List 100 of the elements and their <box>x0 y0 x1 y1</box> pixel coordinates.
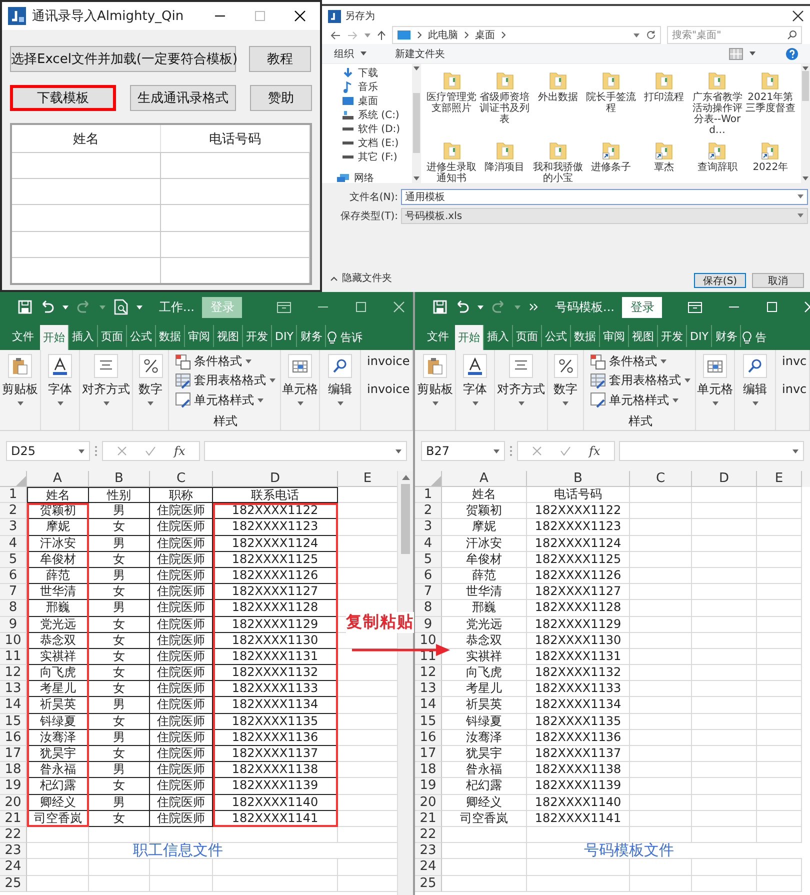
nav-item[interactable]: 文档 (E:) <box>358 136 399 150</box>
file-name[interactable]: 进修生录取通知书 <box>426 162 477 183</box>
dropdown-caret-icon[interactable] <box>712 401 718 406</box>
ribbon-tab[interactable]: 文件 <box>6 325 40 347</box>
name-box[interactable]: D25 <box>6 441 90 461</box>
nav-item[interactable]: 其它 (F:) <box>358 150 398 164</box>
row-header[interactable]: 15 <box>415 714 442 730</box>
dropdown-caret-icon[interactable] <box>245 359 252 364</box>
ribbon-button[interactable]: 单元格样式 <box>194 392 254 409</box>
row-header[interactable]: 19 <box>0 778 27 795</box>
scroll-up-icon[interactable] <box>402 475 410 480</box>
ribbon-button[interactable]: 条件格式 <box>609 353 657 370</box>
table-format-icon[interactable] <box>175 372 191 389</box>
ribbon-tab[interactable]: 插入 <box>484 325 513 347</box>
ribbon-button[interactable]: 单元格 <box>697 381 733 398</box>
column-header[interactable]: C <box>630 471 692 487</box>
cell-style-icon[interactable] <box>175 392 191 408</box>
vertical-scrollbar[interactable] <box>397 471 413 895</box>
dropdown-caret-icon[interactable] <box>518 401 524 406</box>
row-header[interactable]: 12 <box>415 665 442 682</box>
row-header[interactable]: 18 <box>0 762 27 778</box>
file-name[interactable]: 广东省教学活动操作评分表--Word… <box>692 92 742 136</box>
dropdown-caret-icon[interactable] <box>684 378 691 384</box>
folder-icon[interactable] <box>496 140 514 160</box>
row-header[interactable]: 3 <box>0 519 27 536</box>
dropdown-caret-icon[interactable] <box>16 401 24 406</box>
file-type-dropdown[interactable]: 号码模板.xls <box>401 208 808 224</box>
cells-icon[interactable] <box>707 358 723 374</box>
ribbon-button[interactable]: 数字 <box>554 381 578 398</box>
column-header[interactable]: A <box>442 471 527 487</box>
tell-me-box[interactable]: 告 <box>755 330 766 345</box>
row-header[interactable]: 5 <box>0 552 27 568</box>
row-header[interactable]: 1 <box>0 487 27 504</box>
font-color-icon[interactable] <box>52 357 68 375</box>
row-header[interactable]: 25 <box>0 876 27 892</box>
insert-function-button[interactable]: fx <box>589 444 600 458</box>
cells-icon[interactable] <box>292 358 308 374</box>
dropdown-caret-icon[interactable] <box>633 32 640 38</box>
ribbon-button[interactable]: 单元格 <box>282 381 318 398</box>
column-header[interactable]: C <box>150 471 213 487</box>
folder-icon[interactable] <box>496 70 514 90</box>
ribbon-button[interactable]: 编辑 <box>328 381 352 398</box>
row-header[interactable]: 21 <box>415 810 442 827</box>
path-segment[interactable]: 此电脑 <box>428 28 458 42</box>
row-header[interactable]: 13 <box>0 681 27 698</box>
ribbon-tab[interactable]: DIY <box>687 325 712 347</box>
file-name[interactable]: 覃杰 <box>654 162 674 173</box>
search-icon[interactable] <box>332 358 348 374</box>
ribbon-tab[interactable]: 公式 <box>127 325 156 347</box>
row-header[interactable]: 2 <box>0 503 27 520</box>
ribbon-button[interactable]: 对齐方式 <box>82 381 130 398</box>
file-name[interactable]: 降消项目 <box>484 162 525 173</box>
save-icon[interactable] <box>18 300 32 314</box>
row-header[interactable]: 22 <box>0 826 27 844</box>
cancel-button[interactable]: 取消 <box>752 273 804 288</box>
row-header[interactable]: 4 <box>0 536 27 552</box>
row-header[interactable]: 6 <box>415 568 442 584</box>
ribbon-button[interactable]: 对齐方式 <box>497 381 545 398</box>
row-header[interactable]: 21 <box>0 810 27 827</box>
dropdown-caret-icon[interactable] <box>336 401 344 406</box>
help-icon[interactable] <box>786 48 798 60</box>
column-header[interactable]: B <box>89 471 150 487</box>
row-header[interactable]: 9 <box>415 616 442 633</box>
address-bar[interactable]: 此电脑 桌面 <box>392 26 661 44</box>
row-header[interactable]: 18 <box>415 762 442 778</box>
ribbon-tab[interactable]: 页面 <box>513 325 542 347</box>
customize-caret-icon[interactable] <box>136 304 143 310</box>
column-header[interactable]: D <box>692 471 757 487</box>
folder-icon[interactable] <box>442 70 461 90</box>
action-button[interactable]: 生成通讯录格式 <box>130 85 236 111</box>
scrollbar[interactable] <box>801 64 810 183</box>
dropdown-caret-icon[interactable] <box>672 398 679 403</box>
cell-style-icon[interactable] <box>590 392 606 408</box>
paste-icon[interactable] <box>427 357 443 375</box>
action-button[interactable]: 下载模板 <box>10 85 116 111</box>
dropdown-caret-icon[interactable] <box>432 401 438 406</box>
row-header[interactable]: 22 <box>415 826 442 844</box>
row-header[interactable]: 23 <box>0 843 27 860</box>
login-button[interactable]: 登录 <box>622 296 662 318</box>
recent-caret-icon[interactable] <box>364 32 371 38</box>
row-header[interactable]: 17 <box>0 746 27 762</box>
print-preview-icon[interactable] <box>114 299 128 315</box>
ribbon-tab[interactable]: 审阅 <box>185 325 214 347</box>
file-name[interactable]: 省级师资培训证书及列表 <box>480 92 530 125</box>
ribbon-tab[interactable]: 公式 <box>542 325 571 347</box>
ribbon-tab[interactable]: 文件 <box>421 325 455 347</box>
file-name[interactable]: 2021年第三季度督查 <box>745 92 796 114</box>
ribbon-button[interactable]: 条件格式 <box>194 353 242 370</box>
insert-function-button[interactable]: fx <box>174 444 186 458</box>
dropdown-caret-icon[interactable] <box>296 401 304 406</box>
file-name[interactable]: 打印流程 <box>644 92 684 103</box>
undo-icon[interactable] <box>40 300 54 314</box>
file-name[interactable]: 医疗管理党支部照片 <box>426 92 477 114</box>
folder-icon[interactable] <box>708 70 726 90</box>
file-name[interactable]: 进修条子 <box>590 162 631 173</box>
conditional-format-icon[interactable] <box>590 354 606 370</box>
folder-icon[interactable] <box>442 140 461 160</box>
file-name[interactable]: 我和我骄傲的小宝 <box>532 162 583 183</box>
file-name[interactable]: 查询辞职 <box>697 162 738 173</box>
font-color-icon[interactable] <box>467 357 483 375</box>
